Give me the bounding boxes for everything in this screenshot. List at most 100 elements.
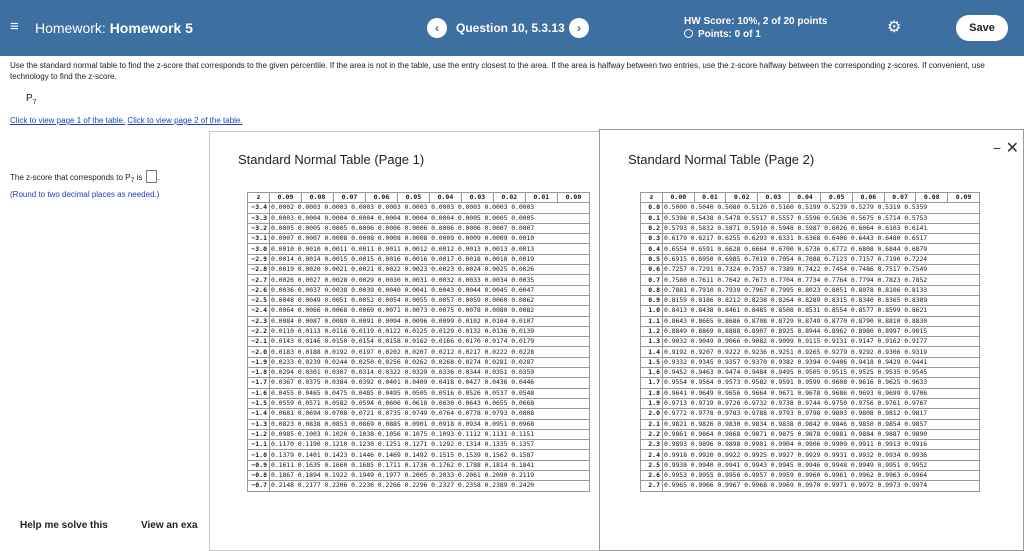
standard-normal-table-page-2: z 0.00 0.01 0.02 0.03 0.04 0.05 0.06 0.07 0.08 0.0… — [640, 191, 980, 492]
probability-values-cell: 0.9452 0.9463 0.9474 0.9484 0.9495 0.950… — [662, 367, 980, 379]
column-header: 0.06 — [852, 191, 885, 204]
column-header: 0.00 — [556, 191, 591, 204]
table-row: 2.2 0.9861 0.9864 0.9868 0.9871 0.9875 0.… — [640, 428, 980, 441]
table-row: −1.6 0.0455 0.0465 0.0475 0.0485 0.0495 0… — [247, 387, 590, 399]
probability-values-cell: 0.1170 0.1190 0.1210 0.1230 0.1251 0.127… — [269, 439, 590, 451]
close-icon[interactable]: ✕ — [1006, 138, 1019, 158]
table-row: −3.4 0.0002 0.0003 0.0003 0.0003 0.0003 0… — [247, 202, 590, 214]
z-value-cell: −1.7 — [247, 377, 270, 389]
points-row: Points: 0 of 1 — [684, 28, 827, 41]
table-page-2-panel[interactable]: Standard Normal Table (Page 2) − ✕ z 0.00… — [599, 129, 1024, 551]
column-header-z: z — [247, 191, 270, 204]
z-value-cell: −0.8 — [247, 470, 270, 482]
view-example-button[interactable]: View an exa — [141, 520, 198, 531]
z-value-cell: −2.9 — [247, 253, 270, 266]
answer-input[interactable] — [145, 170, 157, 183]
hw-score: HW Score: 10%, 2 of 20 points Points: 0 … — [684, 15, 827, 41]
z-value-cell: −2.3 — [247, 315, 270, 327]
probability-values-cell: 0.1867 0.1894 0.1922 0.1949 0.1977 0.200… — [269, 470, 590, 482]
z-value-cell: 1.8 — [640, 387, 663, 399]
probability-values-cell: 0.8413 0.8438 0.8461 0.8485 0.8508 0.853… — [662, 305, 980, 317]
probability-values-cell: 0.5000 0.5040 0.5080 0.5120 0.5160 0.519… — [662, 202, 980, 214]
table-row: −0.8 0.1867 0.1894 0.1922 0.1949 0.1977 0… — [247, 470, 590, 482]
probability-values-cell: 0.0007 0.0007 0.0008 0.0008 0.0008 0.000… — [269, 233, 590, 245]
column-header-z: z — [640, 191, 663, 204]
table-row: 2.7 0.9965 0.9966 0.9967 0.9968 0.9969 0.… — [640, 480, 980, 492]
probability-values-cell: 0.0110 0.0113 0.0116 0.0119 0.0122 0.012… — [269, 325, 590, 338]
question-label[interactable]: Question 10, 5.3.13 — [456, 21, 565, 35]
table-row: −2.0 0.0183 0.0188 0.0192 0.0197 0.0202 0… — [247, 346, 590, 358]
table-row: 1.3 0.9032 0.9049 0.9066 0.9082 0.9099 0.… — [640, 336, 980, 348]
column-header: 0.05 — [820, 191, 854, 204]
help-me-solve-button[interactable]: Help me solve this — [20, 520, 108, 531]
table-row: −2.3 0.0084 0.0087 0.0089 0.0091 0.0094 0… — [247, 315, 590, 327]
table-row: 0.1 0.5398 0.5438 0.5478 0.5517 0.5557 0.… — [640, 212, 980, 224]
probability-values-cell: 0.9641 0.9649 0.9656 0.9664 0.9671 0.967… — [662, 387, 980, 399]
z-value-cell: −3.0 — [247, 243, 270, 255]
z-value-cell: 2.6 — [640, 470, 663, 482]
table-row: 1.0 0.8413 0.8438 0.8461 0.8485 0.8508 0.… — [640, 305, 980, 317]
z-value-cell: −3.4 — [247, 202, 270, 214]
homework-title[interactable]: Homework: Homework 5 — [35, 20, 193, 36]
z-value-cell: −2.1 — [247, 336, 270, 348]
table-row: 0.0 0.5000 0.5040 0.5080 0.5120 0.5160 0.… — [640, 202, 980, 214]
probability-values-cell: 0.8849 0.8869 0.8888 0.8907 0.8925 0.894… — [662, 325, 980, 338]
table-row: 2.4 0.9918 0.9920 0.9922 0.9925 0.9927 0.… — [640, 449, 980, 461]
table-row: 0.4 0.6554 0.6591 0.6628 0.6664 0.6700 0.… — [640, 243, 980, 255]
save-button[interactable]: Save — [956, 15, 1008, 41]
probability-values-cell: 0.9918 0.9920 0.9922 0.9925 0.9927 0.992… — [662, 449, 980, 461]
z-value-cell: 2.2 — [640, 428, 663, 441]
probability-values-cell: 0.0036 0.0037 0.0038 0.0039 0.0040 0.004… — [269, 284, 590, 296]
z-value-cell: −1.1 — [247, 439, 270, 451]
previous-question-button[interactable]: ‹ — [427, 18, 447, 38]
column-header: 0.02 — [725, 191, 759, 204]
next-question-button[interactable]: › — [569, 18, 589, 38]
table-row: −1.8 0.0294 0.0301 0.0307 0.0314 0.0322 0… — [247, 367, 590, 379]
answer-prefix: The z-score that corresponds to P — [10, 173, 131, 182]
table-row: 0.6 0.7257 0.7291 0.7324 0.7357 0.7389 0.… — [640, 264, 980, 276]
table-links: Click to view page 1 of the table. Click… — [10, 116, 243, 125]
z-value-cell: −1.8 — [247, 367, 270, 379]
minimize-icon[interactable]: − — [993, 140, 1001, 156]
column-header: 0.03 — [757, 191, 790, 204]
z-value-cell: 2.7 — [640, 480, 663, 492]
table-row: −0.7 0.2148 0.2177 0.2206 0.2236 0.2266 0… — [247, 480, 590, 492]
table-row: −2.8 0.0019 0.0020 0.0021 0.0021 0.0022 0… — [247, 264, 590, 276]
z-value-cell: −3.2 — [247, 222, 270, 235]
z-value-cell: −2.8 — [247, 264, 270, 276]
table-row: 0.7 0.7580 0.7611 0.7642 0.7673 0.7704 0.… — [640, 274, 980, 286]
menu-icon[interactable]: ≡ — [10, 18, 19, 35]
probability-values-cell: 0.7881 0.7910 0.7939 0.7967 0.7995 0.802… — [662, 284, 980, 296]
table-row: −3.0 0.0010 0.0010 0.0011 0.0011 0.0011 0… — [247, 243, 590, 255]
table-row: 1.4 0.9192 0.9207 0.9222 0.9236 0.9251 0.… — [640, 346, 980, 358]
probability-values-cell: 0.0823 0.0838 0.0853 0.0869 0.0885 0.090… — [269, 418, 590, 430]
gear-icon[interactable]: ⚙ — [887, 17, 901, 37]
table-header-row: z 0.09 0.08 0.07 0.06 0.05 0.04 0.03 0.02 0.01 0.0… — [247, 191, 591, 204]
column-header: 0.07 — [883, 191, 917, 204]
link-table-page-1[interactable]: Click to view page 1 of the table. — [10, 116, 125, 125]
table-row: 1.7 0.9554 0.9564 0.9573 0.9582 0.9591 0.… — [640, 377, 980, 389]
probability-values-cell: 0.6554 0.6591 0.6628 0.6664 0.6700 0.673… — [662, 243, 980, 255]
probability-values-cell: 0.0003 0.0004 0.0004 0.0004 0.0004 0.000… — [269, 212, 590, 224]
table-row: 0.5 0.6915 0.6950 0.6985 0.7019 0.7054 0.… — [640, 253, 980, 266]
table-row: −2.5 0.0048 0.0049 0.0051 0.0052 0.0054 0… — [247, 294, 590, 307]
z-value-cell: −0.7 — [247, 480, 270, 492]
z-value-cell: 2.4 — [640, 449, 663, 461]
z-value-cell: 1.1 — [640, 315, 663, 327]
column-header: 0.07 — [332, 191, 366, 204]
probability-values-cell: 0.0014 0.0014 0.0015 0.0015 0.0016 0.001… — [269, 253, 590, 266]
column-header: 0.08 — [300, 191, 334, 204]
table-row: 0.3 0.6179 0.6217 0.6255 0.6293 0.6331 0.… — [640, 233, 980, 245]
probability-values-cell: 0.0019 0.0020 0.0021 0.0021 0.0022 0.002… — [269, 264, 590, 276]
table-row: −1.7 0.0367 0.0375 0.0384 0.0392 0.0401 0… — [247, 377, 590, 389]
top-bar: ≡ Homework: Homework 5 ‹ Question 10, 5.… — [0, 0, 1024, 56]
column-header: 0.09 — [269, 191, 302, 204]
link-table-page-2[interactable]: Click to view page 2 of the table. — [127, 116, 242, 125]
z-value-cell: −1.9 — [247, 356, 270, 369]
z-value-cell: −1.4 — [247, 408, 270, 420]
probability-values-cell: 0.9713 0.9719 0.9726 0.9732 0.9738 0.974… — [662, 397, 980, 410]
answer-area: The z-score that corresponds to P7 is . … — [10, 170, 160, 201]
z-value-cell: −1.2 — [247, 428, 270, 441]
probability-values-cell: 0.9032 0.9049 0.9066 0.9082 0.9099 0.911… — [662, 336, 980, 348]
probability-values-cell: 0.9821 0.9826 0.9830 0.9834 0.9838 0.984… — [662, 418, 980, 430]
